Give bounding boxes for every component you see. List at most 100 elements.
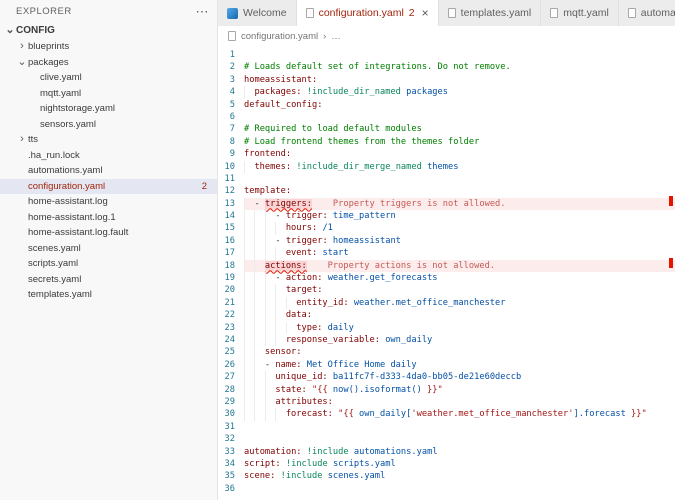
breadcrumb-more[interactable]: … — [331, 31, 341, 42]
tree-item-blueprints[interactable]: ›blueprints — [0, 39, 217, 55]
code-content: frontend: — [244, 148, 675, 160]
code-token: response_variable: — [286, 335, 380, 345]
code-line-2[interactable]: 2# Loads default set of integrations. Do… — [218, 61, 675, 73]
line-number: 11 — [218, 173, 244, 185]
tree-item-home-assistant.log.fault[interactable]: home-assistant.log.fault — [0, 225, 217, 241]
tree-item-templates.yaml[interactable]: templates.yaml — [0, 287, 217, 303]
code-line-34[interactable]: 34script: !include scripts.yaml — [218, 458, 675, 470]
indent-guide — [254, 334, 264, 346]
code-content: data: — [244, 309, 675, 321]
code-line-30[interactable]: 30forecast: "{{ own_daily['weather.met_o… — [218, 408, 675, 420]
tree-item-scenes.yaml[interactable]: scenes.yaml — [0, 241, 217, 257]
vscode-window: EXPLORER ⋯ ⌄ CONFIG ›blueprints⌄packages… — [0, 0, 675, 500]
file-tree: ›blueprints⌄packagesclive.yamlmqtt.yamln… — [0, 39, 217, 500]
code-content: type: daily — [244, 322, 675, 334]
tree-item-mqtt.yaml[interactable]: mqtt.yaml — [0, 86, 217, 102]
line-number: 12 — [218, 185, 244, 197]
code-line-11[interactable]: 11 — [218, 173, 675, 185]
code-line-9[interactable]: 9frontend: — [218, 148, 675, 160]
tree-item-packages[interactable]: ⌄packages — [0, 55, 217, 71]
tab-Welcome[interactable]: Welcome — [218, 0, 297, 26]
code-line-10[interactable]: 10themes: !include_dir_merge_named theme… — [218, 161, 675, 173]
tab-automations.yaml[interactable]: automations.yaml — [619, 0, 675, 26]
tab-configuration.yaml[interactable]: configuration.yaml2× — [297, 0, 439, 26]
close-icon[interactable]: × — [422, 7, 429, 19]
code-editor[interactable]: 12# Loads default set of integrations. D… — [218, 46, 675, 500]
more-actions-icon[interactable]: ⋯ — [196, 5, 210, 18]
tree-item-tts[interactable]: ›tts — [0, 132, 217, 148]
line-number: 21 — [218, 297, 244, 309]
line-number: 8 — [218, 136, 244, 148]
code-line-20[interactable]: 20target: — [218, 284, 675, 296]
tree-item-sensors.yaml[interactable]: sensors.yaml — [0, 117, 217, 133]
code-content: unique_id: ba11fc7f-d333-4da0-bb05-de21e… — [244, 371, 675, 383]
code-line-12[interactable]: 12template: — [218, 185, 675, 197]
code-line-18[interactable]: 18actions: Property actions is not allow… — [218, 260, 675, 272]
code-token: weather.get_forecasts — [328, 273, 438, 283]
code-line-6[interactable]: 6 — [218, 111, 675, 123]
tree-item-label: templates.yaml — [28, 289, 92, 300]
code-line-4[interactable]: 4packages: !include_dir_named packages — [218, 86, 675, 98]
code-line-3[interactable]: 3homeassistant: — [218, 74, 675, 86]
code-line-14[interactable]: 14- trigger: time_pattern — [218, 210, 675, 222]
line-number: 2 — [218, 61, 244, 73]
code-line-28[interactable]: 28state: "{{ now().isoformat() }}" — [218, 384, 675, 396]
overview-ruler-error-mark — [669, 258, 673, 268]
tree-item-label: scripts.yaml — [28, 258, 78, 269]
welcome-icon — [227, 8, 238, 19]
code-line-27[interactable]: 27unique_id: ba11fc7f-d333-4da0-bb05-de2… — [218, 371, 675, 383]
code-line-23[interactable]: 23type: daily — [218, 322, 675, 334]
code-line-5[interactable]: 5default_config: — [218, 99, 675, 111]
code-line-36[interactable]: 36 — [218, 483, 675, 495]
indent-guide — [254, 396, 264, 408]
line-number: 20 — [218, 284, 244, 296]
tree-item-clive.yaml[interactable]: clive.yaml — [0, 70, 217, 86]
code-line-19[interactable]: 19- action: weather.get_forecasts — [218, 272, 675, 284]
code-line-13[interactable]: 13- triggers: Property triggers is not a… — [218, 198, 675, 210]
tree-item-home-assistant.log.1[interactable]: home-assistant.log.1 — [0, 210, 217, 226]
code-token: "{{ — [312, 385, 333, 395]
tab-mqtt.yaml[interactable]: mqtt.yaml — [541, 0, 619, 26]
tab-label: Welcome — [243, 7, 287, 19]
tab-label: mqtt.yaml — [563, 7, 609, 19]
tab-label: automations.yaml — [641, 7, 675, 19]
code-line-24[interactable]: 24response_variable: own_daily — [218, 334, 675, 346]
code-line-22[interactable]: 22data: — [218, 309, 675, 321]
code-line-21[interactable]: 21entity_id: weather.met_office_manchest… — [218, 297, 675, 309]
tree-item-automations.yaml[interactable]: automations.yaml — [0, 163, 217, 179]
workspace-root[interactable]: ⌄ CONFIG — [0, 22, 217, 39]
code-line-35[interactable]: 35scene: !include scenes.yaml — [218, 470, 675, 482]
code-line-8[interactable]: 8# Load frontend themes from the themes … — [218, 136, 675, 148]
code-line-7[interactable]: 7# Required to load default modules — [218, 123, 675, 135]
indent-guide — [275, 222, 285, 234]
code-line-17[interactable]: 17event: start — [218, 247, 675, 259]
code-content — [244, 49, 675, 61]
code-line-15[interactable]: 15hours: /1 — [218, 222, 675, 234]
tree-item-.ha_run.lock[interactable]: .ha_run.lock — [0, 148, 217, 164]
code-token: !include — [281, 471, 323, 481]
tree-item-label: home-assistant.log.fault — [28, 227, 128, 238]
tree-item-home-assistant.log[interactable]: home-assistant.log — [0, 194, 217, 210]
code-line-33[interactable]: 33automation: !include automations.yaml — [218, 446, 675, 458]
tree-item-configuration.yaml[interactable]: configuration.yaml2 — [0, 179, 217, 195]
breadcrumb-file[interactable]: configuration.yaml — [241, 31, 318, 42]
tree-item-label: configuration.yaml — [28, 181, 105, 192]
code-token: start — [322, 248, 348, 258]
inline-error-message: Property actions is not allowed. — [328, 261, 495, 271]
code-line-25[interactable]: 25sensor: — [218, 346, 675, 358]
code-content: - action: weather.get_forecasts — [244, 272, 675, 284]
tree-item-nightstorage.yaml[interactable]: nightstorage.yaml — [0, 101, 217, 117]
indent-guide — [244, 371, 254, 383]
code-line-1[interactable]: 1 — [218, 49, 675, 61]
code-line-26[interactable]: 26- name: Met Office Home daily — [218, 359, 675, 371]
code-line-32[interactable]: 32 — [218, 433, 675, 445]
tree-item-scripts.yaml[interactable]: scripts.yaml — [0, 256, 217, 272]
tab-templates.yaml[interactable]: templates.yaml — [439, 0, 542, 26]
code-line-29[interactable]: 29attributes: — [218, 396, 675, 408]
code-line-31[interactable]: 31 — [218, 421, 675, 433]
tree-item-secrets.yaml[interactable]: secrets.yaml — [0, 272, 217, 288]
tree-item-label: home-assistant.log — [28, 196, 108, 207]
line-number: 6 — [218, 111, 244, 123]
line-number: 32 — [218, 433, 244, 445]
code-line-16[interactable]: 16- trigger: homeassistant — [218, 235, 675, 247]
